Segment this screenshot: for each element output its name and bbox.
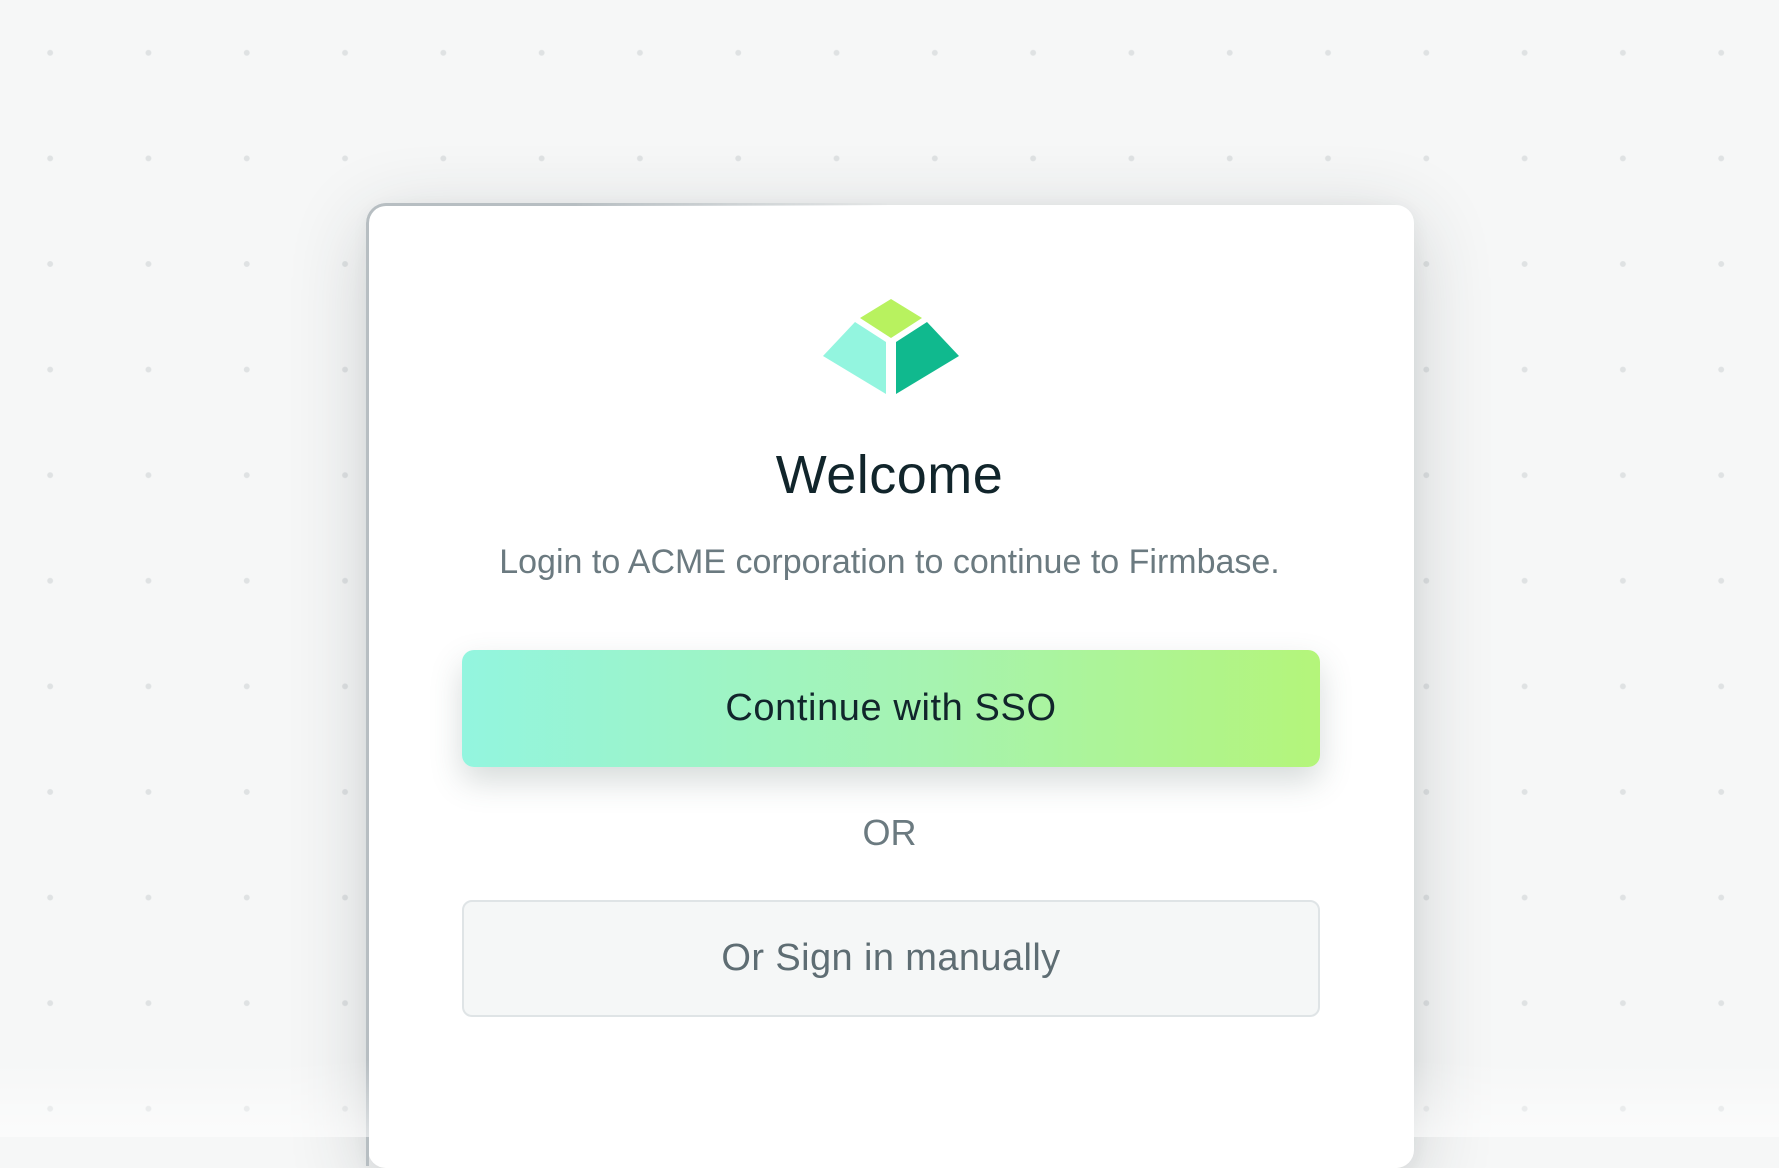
logo-right-face	[896, 322, 959, 394]
sso-button-label: Continue with SSO	[725, 687, 1057, 729]
manual-button-label: Or Sign in manually	[721, 937, 1061, 979]
continue-with-sso-button[interactable]: Continue with SSO	[462, 650, 1320, 767]
or-divider: OR	[862, 812, 917, 853]
firmbase-cube-logo-icon	[823, 299, 959, 396]
sign-in-manually-button[interactable]: Or Sign in manually	[462, 900, 1320, 1017]
logo-left-face	[823, 322, 886, 394]
welcome-title: Welcome	[775, 445, 1004, 505]
login-subtitle: Login to ACME corporation to continue to…	[499, 543, 1280, 581]
